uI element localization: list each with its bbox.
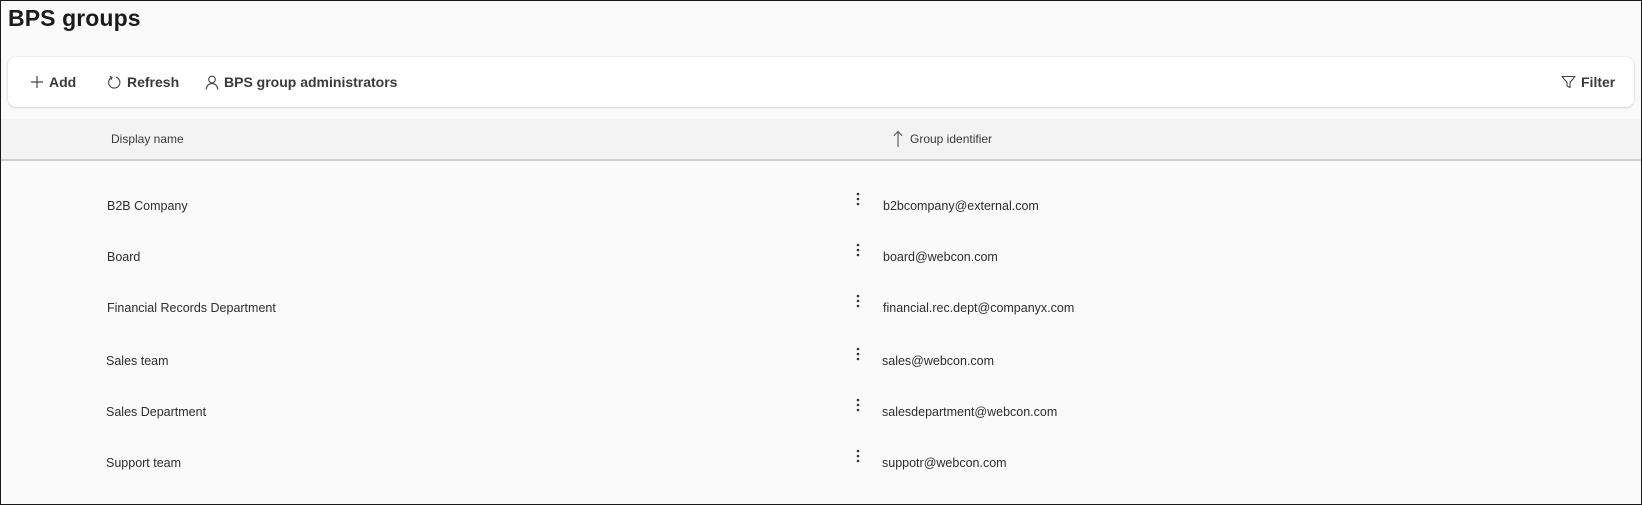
more-vertical-icon[interactable] xyxy=(851,446,865,466)
table-row[interactable]: Support team suppotr@webcon.com xyxy=(1,438,1641,488)
page-title: BPS groups xyxy=(8,5,141,31)
column-header-group-identifier[interactable]: Group identifier xyxy=(892,119,992,159)
filter-label: Filter xyxy=(1581,74,1616,90)
display-name-cell: Sales team xyxy=(106,354,169,368)
group-identifier-cell: salesdepartment@webcon.com xyxy=(882,405,1058,419)
more-vertical-icon[interactable] xyxy=(851,344,865,364)
table-row[interactable]: Sales Department salesdepartment@webcon.… xyxy=(1,387,1641,437)
column-header-label: Display name xyxy=(111,132,184,146)
more-vertical-icon[interactable] xyxy=(851,291,865,311)
group-identifier-cell: board@webcon.com xyxy=(883,250,998,264)
arrow-up-icon xyxy=(893,130,903,147)
add-button[interactable]: Add xyxy=(30,57,76,107)
filter-button[interactable]: Filter xyxy=(1561,57,1615,107)
table-row[interactable]: Financial Records Department financial.r… xyxy=(1,283,1641,333)
refresh-label: Refresh xyxy=(127,74,180,90)
group-identifier-cell: b2bcompany@external.com xyxy=(883,199,1039,213)
bps-group-administrators-button[interactable]: BPS group administrators xyxy=(205,57,397,107)
add-label: Add xyxy=(49,74,77,90)
group-identifier-cell: sales@webcon.com xyxy=(882,354,995,368)
refresh-button[interactable]: Refresh xyxy=(107,57,179,107)
display-name-cell: B2B Company xyxy=(107,199,188,213)
filter-icon xyxy=(1561,75,1576,89)
group-identifier-cell: financial.rec.dept@companyx.com xyxy=(883,301,1075,315)
table-row[interactable]: Board board@webcon.com xyxy=(1,232,1641,282)
more-vertical-icon[interactable] xyxy=(851,395,865,415)
bps-group-administrators-label: BPS group administrators xyxy=(224,74,398,90)
display-name-cell: Board xyxy=(107,250,141,264)
bps-groups-page: BPS groups Add Refresh BPS group adminis… xyxy=(0,0,1642,505)
person-icon xyxy=(205,75,219,90)
command-toolbar: Add Refresh BPS group administrators Fil… xyxy=(8,57,1634,107)
column-header-display-name[interactable]: Display name xyxy=(111,119,184,159)
table-row[interactable]: B2B Company b2bcompany@external.com xyxy=(1,181,1641,231)
display-name-cell: Support team xyxy=(106,456,182,470)
display-name-cell: Financial Records Department xyxy=(107,301,276,315)
plus-icon xyxy=(31,76,43,88)
more-vertical-icon[interactable] xyxy=(851,189,865,209)
group-identifier-cell: suppotr@webcon.com xyxy=(882,456,1007,470)
table-row[interactable]: Sales team sales@webcon.com xyxy=(1,336,1641,386)
more-vertical-icon[interactable] xyxy=(851,240,865,260)
display-name-cell: Sales Department xyxy=(106,405,207,419)
column-header-label: Group identifier xyxy=(910,132,993,146)
refresh-icon xyxy=(108,75,121,89)
grid-header: Display name Group identifier xyxy=(1,119,1641,161)
